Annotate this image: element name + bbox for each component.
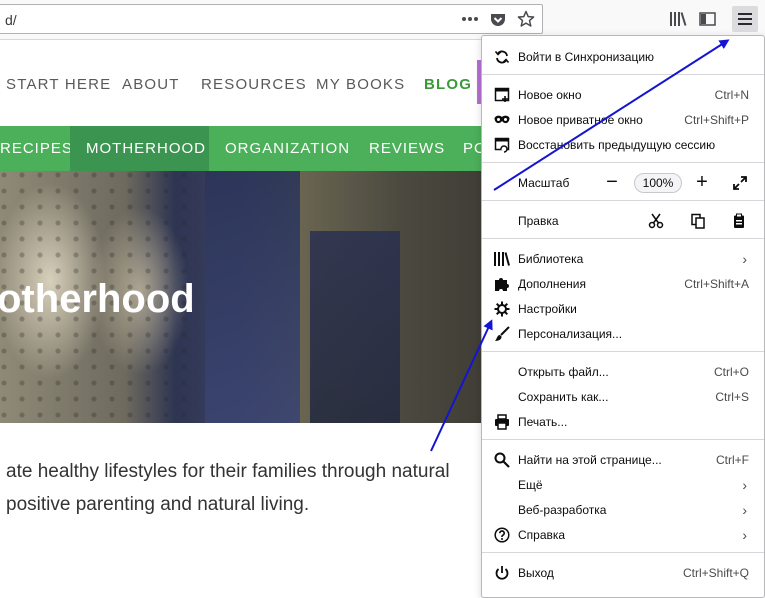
menu-quit[interactable]: Выход Ctrl+Shift+Q <box>482 560 764 585</box>
menu-print-label: Печать... <box>518 414 568 429</box>
menu-web-developer-label: Веб-разработка <box>518 502 607 517</box>
bookmark-star-icon[interactable] <box>513 6 539 32</box>
menu-find[interactable]: Найти на этой странице... Ctrl+F <box>482 447 764 472</box>
browser-toolbar: d/ <box>0 0 765 40</box>
menu-private-window-label: Новое приватное окно <box>518 112 643 127</box>
chevron-right-icon: › <box>742 526 747 543</box>
menu-library-label: Библиотека <box>518 251 584 266</box>
menu-edit: Правка <box>482 208 764 233</box>
menu-restore-session-label: Восстановить предыдущую сессию <box>518 137 716 152</box>
hero-cloth <box>205 171 300 423</box>
menu-help-label: Справка <box>518 527 566 542</box>
menu-open-file-label: Открыть файл... <box>518 364 609 379</box>
menu-more-label: Ещё <box>518 477 543 492</box>
zoom-in-button[interactable]: + <box>692 171 712 193</box>
menu-sync-label: Войти в Синхронизацию <box>518 49 655 64</box>
menu-new-window[interactable]: Новое окно Ctrl+N <box>482 82 764 107</box>
menu-restore-session[interactable]: Восстановить предыдущую сессию <box>482 132 764 157</box>
menu-save-as-label: Сохранить как... <box>518 389 609 404</box>
menu-zoom-label: Масштаб <box>518 175 570 190</box>
hero-image: otherhood <box>0 171 500 423</box>
paintbrush-icon <box>494 325 510 342</box>
gear-icon <box>494 301 510 317</box>
nav-start-here[interactable]: START HERE <box>6 76 111 93</box>
power-icon <box>494 565 510 581</box>
menu-addons[interactable]: Дополнения Ctrl+Shift+A <box>482 271 764 296</box>
hero-cloth-dark <box>310 231 400 423</box>
zoom-out-button[interactable]: − <box>602 171 622 193</box>
menu-settings-label: Настройки <box>518 301 577 316</box>
menu-web-developer[interactable]: Веб-разработка › <box>482 497 764 522</box>
separator <box>482 238 764 239</box>
menu-new-window-shortcut: Ctrl+N <box>714 87 749 102</box>
menu-save-as-shortcut: Ctrl+S <box>715 389 749 404</box>
sync-icon <box>494 49 510 65</box>
url-bar[interactable]: d/ <box>0 4 543 34</box>
chevron-right-icon: › <box>742 250 747 267</box>
nav-blog[interactable]: BLOG <box>424 76 472 93</box>
chevron-right-icon: › <box>742 501 747 518</box>
cut-icon[interactable] <box>648 213 664 229</box>
page-actions-icon[interactable] <box>457 6 483 32</box>
copy-icon[interactable] <box>690 213 706 229</box>
pocket-icon[interactable] <box>485 6 511 32</box>
menu-private-window-shortcut: Ctrl+Shift+P <box>684 112 749 127</box>
site-primary-nav: START HERE ABOUT RESOURCES MY BOOKS BLOG <box>0 40 500 126</box>
menu-edit-label: Правка <box>518 213 559 228</box>
menu-open-file[interactable]: Открыть файл... Ctrl+O <box>482 359 764 384</box>
hamburger-menu-button[interactable] <box>732 6 758 32</box>
separator <box>482 200 764 201</box>
menu-help[interactable]: Справка › <box>482 522 764 547</box>
category-organization[interactable]: ORGANIZATION <box>209 126 366 171</box>
library-icon[interactable] <box>665 6 691 32</box>
library-icon <box>494 251 510 267</box>
menu-addons-label: Дополнения <box>518 276 586 291</box>
menu-addons-shortcut: Ctrl+Shift+A <box>684 276 749 291</box>
app-menu-panel: Войти в Синхронизацию Новое окно Ctrl+N … <box>481 35 765 598</box>
nav-about[interactable]: ABOUT <box>122 76 180 93</box>
help-icon <box>494 526 510 543</box>
menu-save-as[interactable]: Сохранить как... Ctrl+S <box>482 384 764 409</box>
private-mask-icon <box>494 112 510 128</box>
menu-quit-shortcut: Ctrl+Shift+Q <box>682 565 749 580</box>
menu-more[interactable]: Ещё › <box>482 472 764 497</box>
restore-session-icon <box>494 137 510 153</box>
puzzle-piece-icon <box>494 276 510 292</box>
separator <box>482 552 764 553</box>
menu-settings[interactable]: Настройки <box>482 296 764 321</box>
sidebar-icon[interactable] <box>694 6 720 32</box>
menu-customize-label: Персонализация... <box>518 326 623 341</box>
chevron-right-icon: › <box>742 476 747 493</box>
menu-open-file-shortcut: Ctrl+O <box>713 364 749 379</box>
separator <box>482 162 764 163</box>
menu-quit-label: Выход <box>518 565 554 580</box>
category-motherhood[interactable]: MOTHERHOOD <box>70 126 209 171</box>
nav-resources[interactable]: RESOURCES <box>201 76 307 93</box>
paste-icon[interactable] <box>731 213 747 229</box>
zoom-reset-button[interactable]: 100% <box>634 172 682 193</box>
intro-text-line1: ate healthy lifestyles for their familie… <box>6 461 450 482</box>
hero-title: otherhood <box>0 277 195 321</box>
new-window-icon <box>494 87 510 103</box>
menu-sync[interactable]: Войти в Синхронизацию <box>482 44 764 69</box>
fullscreen-icon[interactable] <box>732 175 748 191</box>
intro-text-line2: positive parenting and natural living. <box>6 494 310 515</box>
category-nav: RECIPES MOTHERHOOD ORGANIZATION REVIEWS … <box>0 126 500 171</box>
search-icon <box>494 452 510 468</box>
menu-customize[interactable]: Персонализация... <box>482 321 764 346</box>
separator <box>482 439 764 440</box>
menu-private-window[interactable]: Новое приватное окно Ctrl+Shift+P <box>482 107 764 132</box>
printer-icon <box>494 413 510 430</box>
menu-new-window-label: Новое окно <box>518 87 582 102</box>
separator <box>482 351 764 352</box>
menu-find-label: Найти на этой странице... <box>518 452 662 467</box>
menu-find-shortcut: Ctrl+F <box>716 452 749 467</box>
separator <box>482 74 764 75</box>
url-text: d/ <box>5 12 17 28</box>
nav-my-books[interactable]: MY BOOKS <box>316 76 405 93</box>
menu-library[interactable]: Библиотека › <box>482 246 764 271</box>
category-reviews[interactable]: REVIEWS <box>353 126 461 171</box>
menu-print[interactable]: Печать... <box>482 409 764 434</box>
menu-zoom: Масштаб − 100% + <box>482 170 764 195</box>
